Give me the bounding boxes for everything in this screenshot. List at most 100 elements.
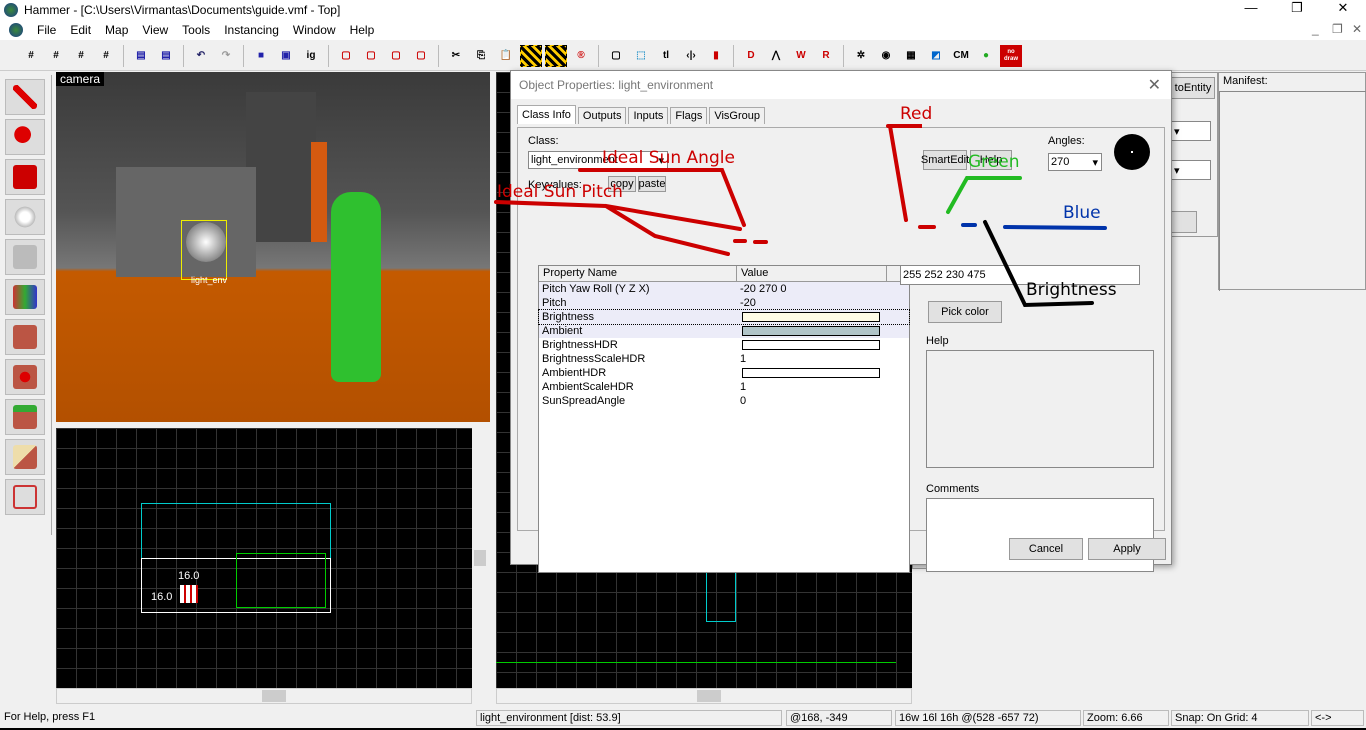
top-2d-viewport[interactable]: 16.0 16.0: [56, 428, 472, 688]
pick-color-button[interactable]: Pick color: [928, 301, 1002, 323]
colors-icon[interactable]: ▮: [705, 45, 727, 67]
arrows-icon[interactable]: ‹|›: [680, 45, 702, 67]
ungroup-icon[interactable]: ▤: [155, 45, 177, 67]
w-icon[interactable]: W: [790, 45, 812, 67]
hazard-2-icon[interactable]: [545, 44, 567, 67]
maximize-button[interactable]: ❐: [1274, 0, 1320, 20]
copy-icon[interactable]: ⎘: [470, 45, 492, 67]
mdi-minimize-button[interactable]: _: [1305, 22, 1326, 36]
entity-tool-icon[interactable]: [5, 199, 45, 235]
apply-button[interactable]: Apply: [1088, 538, 1166, 560]
vertex-tool-icon[interactable]: [5, 479, 45, 515]
menu-window[interactable]: Window: [286, 23, 343, 37]
table-row[interactable]: SunSpreadAngle 0: [539, 394, 909, 408]
table-row[interactable]: Brightness: [538, 309, 910, 325]
tab-class-info[interactable]: Class Info: [517, 105, 576, 124]
property-value[interactable]: -20: [737, 296, 887, 310]
leaf-icon[interactable]: ●: [975, 45, 997, 67]
horizontal-scrollbar-2[interactable]: [496, 688, 912, 704]
table-row[interactable]: AmbientScaleHDR 1: [539, 380, 909, 394]
clip-icon[interactable]: ▢: [410, 45, 432, 67]
color-swatch[interactable]: [742, 368, 880, 378]
table-row[interactable]: Pitch -20: [539, 296, 909, 310]
tab-visgroup[interactable]: VisGroup: [709, 107, 765, 124]
carve-icon[interactable]: ■: [250, 45, 272, 67]
nodraw-button[interactable]: no draw: [1000, 44, 1022, 67]
tab-outputs[interactable]: Outputs: [577, 107, 627, 124]
table-row[interactable]: BrightnessScaleHDR 1: [539, 352, 909, 366]
property-value[interactable]: [737, 324, 887, 338]
close-button[interactable]: ✕: [1320, 0, 1366, 20]
menu-map[interactable]: Map: [98, 23, 135, 37]
minimize-button[interactable]: —: [1228, 0, 1274, 20]
property-value[interactable]: 1: [737, 380, 887, 394]
menu-edit[interactable]: Edit: [63, 23, 98, 37]
cubemap-button[interactable]: CM: [950, 45, 972, 67]
texture-toggle-button[interactable]: tl: [655, 45, 677, 67]
entity-dropdown-2[interactable]: ▾: [1171, 160, 1211, 180]
menu-file[interactable]: File: [30, 23, 63, 37]
block-tool-icon[interactable]: [5, 239, 45, 275]
dialog-close-icon[interactable]: ✕: [1148, 75, 1161, 95]
hollow-icon[interactable]: ▢: [385, 45, 407, 67]
model-icon[interactable]: ◩: [925, 45, 947, 67]
manifest-list[interactable]: [1219, 91, 1366, 291]
selection-tool-icon[interactable]: [5, 79, 45, 115]
redo-icon[interactable]: ↷: [215, 45, 237, 67]
camera-viewport[interactable]: camera light_env: [56, 72, 490, 422]
3d-grid-icon[interactable]: #: [45, 45, 67, 67]
entity-dropdown[interactable]: ▾: [1171, 121, 1211, 141]
texture-tool-icon[interactable]: [5, 279, 45, 315]
table-row[interactable]: Pitch Yaw Roll (Y Z X) -20 270 0: [539, 282, 909, 296]
magnify-tool-icon[interactable]: [5, 119, 45, 155]
hazard-icon[interactable]: [520, 44, 542, 67]
table-row[interactable]: BrightnessHDR: [539, 338, 909, 352]
color-swatch[interactable]: [742, 326, 880, 336]
goto-entity-button[interactable]: toEntity: [1171, 77, 1215, 99]
table-row[interactable]: Ambient: [539, 324, 909, 338]
menu-help[interactable]: Help: [343, 23, 382, 37]
color-swatch[interactable]: [742, 340, 880, 350]
angle-dial[interactable]: [1114, 134, 1150, 170]
radius-icon[interactable]: ®: [570, 45, 592, 67]
smartedit-button[interactable]: SmartEdit: [921, 150, 969, 170]
property-value[interactable]: 1: [737, 352, 887, 366]
dialog-title-bar[interactable]: Object Properties: light_environment ✕: [511, 71, 1171, 99]
menu-view[interactable]: View: [135, 23, 175, 37]
select-dashed-icon[interactable]: ⬚: [630, 45, 652, 67]
apply-texture-icon[interactable]: [5, 319, 45, 355]
undo-icon[interactable]: ↶: [190, 45, 212, 67]
light-entity-icon[interactable]: [186, 222, 226, 262]
property-value[interactable]: [737, 338, 887, 352]
overlay-tool-icon[interactable]: [5, 399, 45, 435]
ignore-groups-button[interactable]: ig: [300, 45, 322, 67]
larger-grid-icon[interactable]: #: [95, 45, 117, 67]
property-value[interactable]: [737, 366, 887, 380]
select-box-icon[interactable]: ▢: [605, 45, 627, 67]
paste-button[interactable]: paste: [638, 176, 666, 192]
menu-instancing[interactable]: Instancing: [217, 23, 286, 37]
table-row[interactable]: AmbientHDR: [539, 366, 909, 380]
grid-map-icon[interactable]: ▦: [900, 45, 922, 67]
side-button[interactable]: [1171, 211, 1197, 233]
column-value[interactable]: Value: [737, 266, 887, 281]
mdi-close-button[interactable]: ✕: [1345, 22, 1366, 36]
r-icon[interactable]: R: [815, 45, 837, 67]
decal-tool-icon[interactable]: [5, 359, 45, 395]
paste-icon[interactable]: 📋: [495, 45, 517, 67]
camera-label[interactable]: camera: [56, 72, 105, 86]
camera-tool-icon[interactable]: [5, 159, 45, 195]
globe-icon[interactable]: ◉: [875, 45, 897, 67]
tab-inputs[interactable]: Inputs: [628, 107, 669, 124]
color-swatch[interactable]: [742, 312, 880, 322]
grid-icon[interactable]: #: [20, 45, 42, 67]
texture-lock-icon[interactable]: ▢: [335, 45, 357, 67]
comments-textarea[interactable]: [926, 498, 1154, 572]
settings-icon[interactable]: ✲: [850, 45, 872, 67]
property-value[interactable]: [737, 310, 887, 324]
horizontal-scrollbar[interactable]: [56, 688, 472, 704]
cordon-icon[interactable]: ▢: [360, 45, 382, 67]
cut-icon[interactable]: ✂: [445, 45, 467, 67]
cancel-button[interactable]: Cancel: [1009, 538, 1083, 560]
angles-select[interactable]: 270 ▾: [1048, 153, 1102, 171]
